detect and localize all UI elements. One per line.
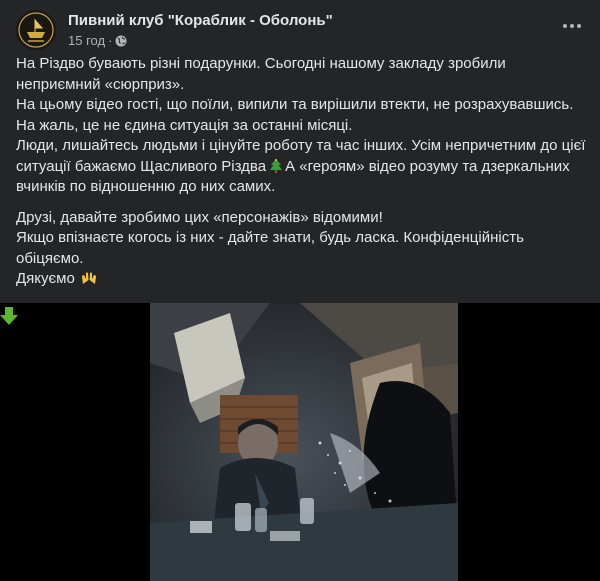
post-line: Якщо впізнаєте когось із них - дайте зна… [16,229,524,267]
post-line: Друзі, давайте зробимо цих «персонажів» … [16,208,383,226]
post-line: Дякуємо [16,269,588,290]
post-line: На цьому відео гості, що поїли, випили т… [16,96,574,113]
post-meta: 15 год · [68,33,127,48]
page-name-link[interactable]: Пивний клуб "Кораблик - Оболонь" [68,12,333,29]
raised-hands-icon [82,272,96,284]
post-line: На Різдво бувають різні подарунки. Сього… [16,55,506,93]
post-header: Пивний клуб "Кораблик - Оболонь" 15 год · [16,10,590,50]
post-line: На жаль, це не єдина ситуація за останні… [16,116,353,134]
christmas-tree-icon [270,158,283,173]
more-dot [577,24,581,28]
video-thumbnail-image [150,303,458,581]
green-down-arrow-icon [0,307,18,325]
more-dot [570,24,574,28]
post-text: На Різдво бувають різні подарунки. Сього… [16,54,588,290]
post-line: Люди, лишайтесь людьми і цінуйте роботу … [16,136,588,198]
video-player[interactable] [0,303,600,581]
globe-icon[interactable] [115,35,127,47]
club-logo-icon [16,10,56,50]
meta-separator: · [108,33,113,48]
post-time-link[interactable]: 15 год [68,33,105,48]
page-avatar[interactable] [16,10,56,50]
more-options-button[interactable] [556,10,588,42]
video-frame[interactable] [150,303,458,581]
post-line-text: Дякуємо [16,270,75,287]
more-dot [563,24,567,28]
